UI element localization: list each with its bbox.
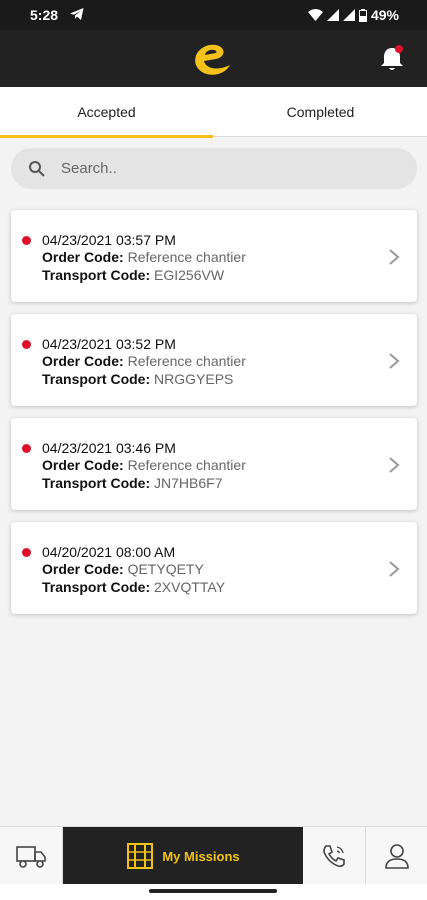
chevron-right-icon: [389, 561, 400, 577]
truck-icon: [16, 846, 46, 868]
status-dot: [22, 236, 31, 245]
system-nav-bar: [0, 884, 427, 900]
telegram-icon: [70, 8, 84, 20]
order-code-row: Order Code: Reference chantier: [42, 457, 246, 473]
user-icon: [384, 844, 409, 869]
mission-card[interactable]: 04/20/2021 08:00 AM Order Code: QETYQETY…: [11, 522, 417, 614]
order-code-label: Order Code:: [42, 353, 124, 369]
search-input[interactable]: [61, 160, 381, 177]
mission-date: 04/23/2021 03:57 PM: [42, 232, 176, 248]
wifi-icon: [307, 9, 323, 21]
signal-icon: [326, 9, 339, 21]
order-code-value: Reference chantier: [127, 249, 246, 265]
mission-card[interactable]: 04/23/2021 03:57 PM Order Code: Referenc…: [11, 210, 417, 302]
chevron-right-icon: [389, 457, 400, 473]
tab-bar: Accepted Completed: [0, 87, 427, 138]
order-code-label: Order Code:: [42, 457, 124, 473]
tab-completed-label: Completed: [286, 104, 355, 120]
search-icon: [29, 160, 45, 177]
bell-icon: [381, 45, 403, 70]
transport-code-label: Transport Code:: [42, 371, 151, 387]
chevron-right-icon: [389, 249, 400, 265]
tab-accepted[interactable]: Accepted: [0, 87, 213, 138]
signal-icon-2: [342, 9, 355, 21]
order-code-row: Order Code: Reference chantier: [42, 353, 246, 369]
bottom-nav: My Missions: [0, 826, 427, 885]
brand-logo: [195, 44, 230, 75]
transport-code-row: Transport Code: 2XVQTTAY: [42, 579, 225, 595]
mission-date: 04/20/2021 08:00 AM: [42, 544, 176, 560]
search-bar: [11, 148, 417, 189]
order-code-label: Order Code:: [42, 561, 124, 577]
status-bar: 5:28 49%: [0, 0, 427, 30]
order-code-value: QETYQETY: [127, 561, 204, 577]
home-gesture-pill[interactable]: [149, 889, 277, 893]
transport-code-value: 2XVQTTAY: [154, 579, 226, 595]
nav-my-missions-button[interactable]: My Missions: [63, 827, 303, 885]
order-code-value: Reference chantier: [127, 353, 246, 369]
chevron-right-icon: [389, 353, 400, 369]
order-code-value: Reference chantier: [127, 457, 246, 473]
battery-percent: 49%: [370, 7, 399, 23]
mission-card[interactable]: 04/23/2021 03:46 PM Order Code: Referenc…: [11, 418, 417, 510]
transport-code-value: JN7HB6F7: [154, 475, 223, 491]
app-bar: [0, 30, 427, 87]
transport-code-label: Transport Code:: [42, 475, 151, 491]
transport-code-value: NRGGYEPS: [154, 371, 234, 387]
status-time: 5:28: [30, 7, 59, 23]
order-code-row: Order Code: QETYQETY: [42, 561, 204, 577]
transport-code-row: Transport Code: JN7HB6F7: [42, 475, 222, 491]
nav-profile-button[interactable]: [366, 827, 427, 885]
transport-code-row: Transport Code: EGI256VW: [42, 267, 224, 283]
notifications-button[interactable]: [378, 44, 406, 74]
transport-code-label: Transport Code:: [42, 267, 151, 283]
status-icons: 49%: [307, 7, 399, 23]
mission-date: 04/23/2021 03:52 PM: [42, 336, 176, 352]
order-code-row: Order Code: Reference chantier: [42, 249, 246, 265]
mission-date: 04/23/2021 03:46 PM: [42, 440, 176, 456]
nav-phone-button[interactable]: [303, 827, 366, 885]
battery-icon: [358, 8, 367, 22]
mission-card[interactable]: 04/23/2021 03:52 PM Order Code: Referenc…: [11, 314, 417, 406]
order-code-label: Order Code:: [42, 249, 124, 265]
tab-completed[interactable]: Completed: [214, 87, 427, 137]
missions-icon: [127, 843, 154, 869]
status-dot: [22, 548, 31, 557]
nav-truck-button[interactable]: [0, 827, 63, 885]
transport-code-value: EGI256VW: [154, 267, 225, 283]
transport-code-row: Transport Code: NRGGYEPS: [42, 371, 233, 387]
tab-accepted-label: Accepted: [77, 104, 136, 120]
phone-icon: [323, 845, 345, 868]
transport-code-label: Transport Code:: [42, 579, 151, 595]
active-tab-indicator: [0, 135, 213, 138]
status-dot: [22, 444, 31, 453]
mission-list: 04/23/2021 03:57 PM Order Code: Referenc…: [0, 200, 427, 640]
status-dot: [22, 340, 31, 349]
nav-my-missions-label: My Missions: [162, 848, 240, 864]
